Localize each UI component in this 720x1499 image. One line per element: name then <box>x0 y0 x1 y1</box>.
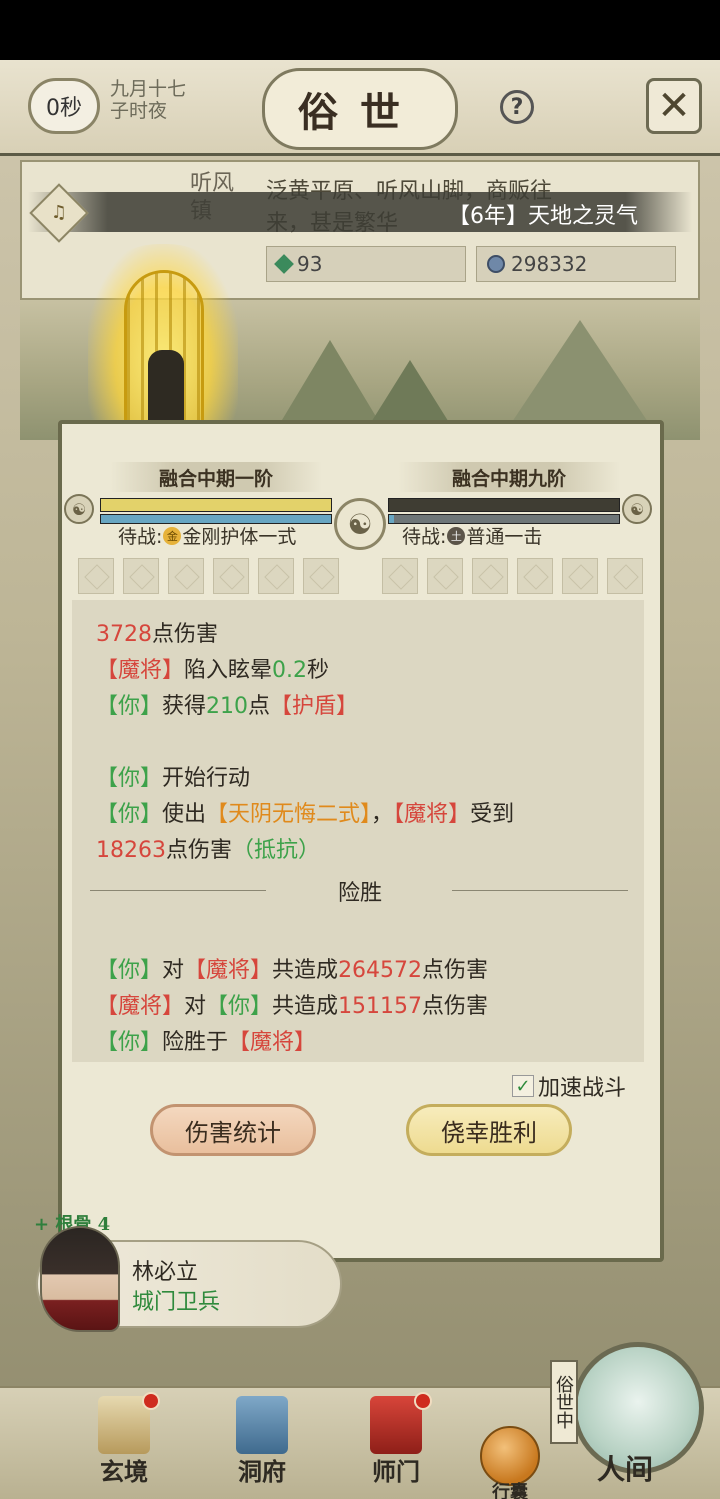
nav-label: 洞府 <box>238 1457 286 1486</box>
player-realm: 融合中期一阶 <box>110 462 322 492</box>
enemy-skill-slot <box>382 558 418 594</box>
enemy-hp-bar <box>388 498 620 512</box>
log-line: 【你】使出【天阴无悔二式】，【魔将】受到 <box>96 802 515 827</box>
enemy-mp-fill <box>389 515 394 523</box>
result-divider-left <box>90 890 266 891</box>
npc-name: 林必立 <box>132 1260 199 1285</box>
player-avatar-icon: ☯ <box>64 494 94 524</box>
notification-dot <box>414 1392 432 1410</box>
world-label: 人间 <box>596 1453 653 1486</box>
jade-counter: 93 <box>266 246 466 282</box>
yin-yang-icon: ☯ <box>334 498 386 550</box>
date-month: 九月十七 <box>110 78 187 100</box>
notice-text: 【6年】天地之灵气 <box>448 204 638 229</box>
speed-up-toggle[interactable]: ✓ 加速战斗 <box>512 1070 626 1102</box>
player-skill-slot <box>213 558 249 594</box>
jade-value: 93 <box>297 252 323 276</box>
npc-avatar <box>40 1226 120 1332</box>
jade-icon <box>274 254 294 274</box>
enemy-skill-name: 普通一击 <box>466 526 543 548</box>
summary-line: 【你】对【魔将】共造成264572点伤害 <box>96 958 489 983</box>
enemy-standby-skill: 待战: 土 普通一击 <box>402 522 542 549</box>
narrow-victory-button[interactable]: 侥幸胜利 <box>406 1104 572 1156</box>
damage-stats-button[interactable]: 伤害统计 <box>150 1104 316 1156</box>
player-hp-fill <box>101 499 331 511</box>
coin-icon <box>487 255 505 273</box>
coin-counter: 298332 <box>476 246 676 282</box>
nav-item-shimen[interactable]: 师门 <box>346 1390 446 1494</box>
player-skill-name: 金刚护体一式 <box>182 526 297 548</box>
npc-role: 城门卫兵 <box>132 1290 221 1315</box>
bag-icon[interactable] <box>480 1426 540 1486</box>
player-standby-skill: 待战: 金 金刚护体一式 <box>118 522 296 549</box>
battle-result: 险胜 <box>337 881 382 906</box>
player-skill-slot <box>123 558 159 594</box>
nav-label: 师门 <box>372 1457 420 1486</box>
player-skill-slot <box>168 558 204 594</box>
log-line: 3728点伤害 <box>96 622 219 647</box>
enemy-skill-slot <box>472 558 508 594</box>
nav-label: 玄境 <box>100 1457 148 1486</box>
enemy-skill-slot <box>517 558 553 594</box>
coin-value: 298332 <box>511 252 588 276</box>
enemy-avatar-icon: ☯ <box>622 494 652 524</box>
log-line: 【魔将】陷入眩晕0.2秒 <box>96 658 330 683</box>
enemy-skill-slot <box>427 558 463 594</box>
enemy-standby-label: 待战: <box>402 526 447 548</box>
date-hour: 子时夜 <box>110 100 168 122</box>
top-bar: 0秒 九月十七 子时夜 俗世 ? ✕ <box>0 60 720 156</box>
player-skill-slot <box>258 558 294 594</box>
earth-element-icon: 土 <box>447 526 466 545</box>
player-standby-label: 待战: <box>118 526 163 548</box>
metal-element-icon: 金 <box>163 526 182 545</box>
page-title: 俗世 <box>262 68 458 150</box>
pavilion-icon <box>236 1396 288 1454</box>
summary-line: 【魔将】对【你】共造成151157点伤害 <box>96 994 489 1019</box>
log-line: 【你】获得210点【护盾】 <box>96 694 359 719</box>
close-button[interactable]: ✕ <box>646 78 702 134</box>
nav-item-dongfu[interactable]: 洞府 <box>212 1390 312 1494</box>
notification-dot <box>142 1392 160 1410</box>
checkbox-checked-icon[interactable]: ✓ <box>512 1075 534 1097</box>
nav-item-xuanjing[interactable]: 玄境 <box>74 1390 174 1494</box>
game-screen: 0秒 九月十七 子时夜 俗世 ? ✕ 听风镇 泛黄平原、听风山脚，商贩往来，甚是… <box>0 60 720 1499</box>
enemy-realm: 融合中期九阶 <box>398 462 620 492</box>
log-line: 18263点伤害（抵抗） <box>96 838 321 863</box>
world-status-tag: 俗世中 <box>550 1360 578 1444</box>
summary-line: 【你】险胜于【魔将】 <box>96 1030 317 1055</box>
enemy-skill-slot <box>607 558 643 594</box>
log-line: 【你】开始行动 <box>96 766 251 791</box>
enemy-skill-slot <box>562 558 598 594</box>
help-icon[interactable]: ? <box>500 90 534 124</box>
bag-label: 行囊 <box>492 1482 528 1499</box>
result-divider-right <box>452 890 628 891</box>
timer-badge: 0秒 <box>28 78 100 134</box>
player-skill-slot <box>78 558 114 594</box>
game-date: 九月十七 子时夜 <box>110 78 186 122</box>
player-skill-slot <box>303 558 339 594</box>
player-hp-bar <box>100 498 332 512</box>
speed-up-label: 加速战斗 <box>538 1076 627 1101</box>
